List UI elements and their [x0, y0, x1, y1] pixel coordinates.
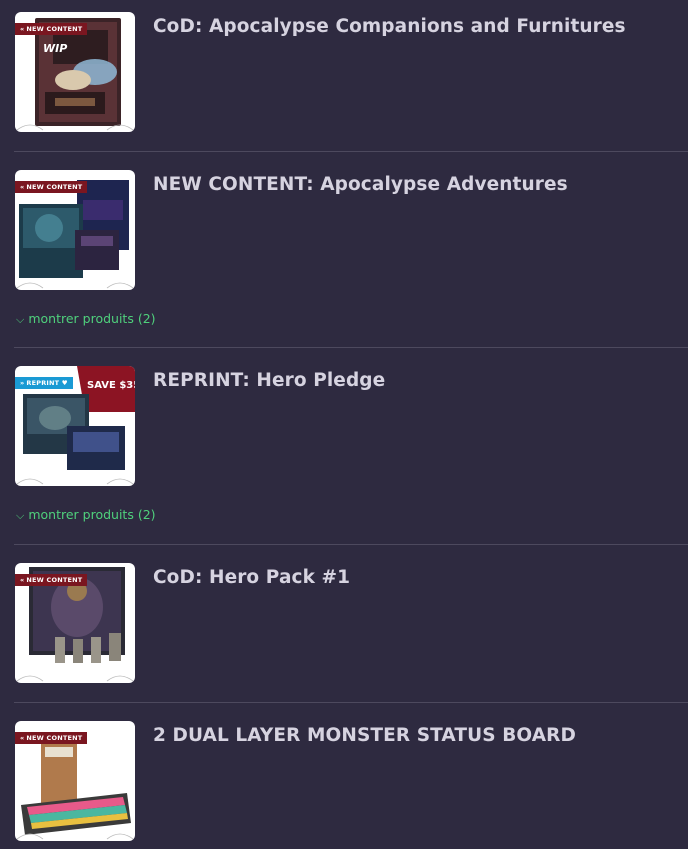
save-label: SAVE $35: [87, 380, 135, 391]
divider: [14, 151, 688, 152]
double-chevron-icon: «: [20, 183, 25, 191]
chevron-down-icon: ⌵: [16, 509, 25, 522]
product-thumbnail[interactable]: «NEW CONTENT: [15, 721, 135, 841]
status-badge: «NEW CONTENT: [15, 732, 88, 744]
product-thumbnail[interactable]: «NEW CONTENT: [15, 563, 135, 683]
wip-label: WIP: [43, 42, 67, 55]
divider: [14, 347, 688, 348]
status-badge: «NEW CONTENT: [15, 23, 88, 35]
double-chevron-icon: «: [20, 576, 25, 584]
status-badge: «NEW CONTENT: [15, 181, 88, 193]
product-thumbnail[interactable]: «NEW CONTENT: [15, 170, 135, 290]
divider: [14, 544, 688, 545]
item-title[interactable]: REPRINT: Hero Pledge: [153, 370, 385, 391]
status-badge: » REPRINT ♥: [15, 377, 73, 389]
heart-icon: ♥: [59, 379, 68, 387]
pledge-item[interactable]: «NEW CONTENT 2 DUAL LAYER MONSTER STATUS…: [0, 709, 688, 849]
chevron-down-icon: ⌵: [16, 313, 25, 326]
item-title[interactable]: NEW CONTENT: Apocalypse Adventures: [153, 174, 568, 195]
product-thumbnail[interactable]: SAVE $35 » REPRINT ♥: [15, 366, 135, 486]
pledge-item[interactable]: «NEW CONTENT CoD: Hero Pack #1: [0, 551, 688, 702]
pledge-item-list: WIP «NEW CONTENT CoD: Apocalypse Compani…: [0, 0, 688, 849]
show-products-toggle[interactable]: ⌵ montrer produits (2): [16, 507, 156, 523]
divider: [14, 702, 688, 703]
status-badge: «NEW CONTENT: [15, 574, 88, 586]
pledge-item[interactable]: «NEW CONTENT NEW CONTENT: Apocalypse Adv…: [0, 158, 688, 347]
double-chevron-icon: «: [20, 25, 25, 33]
item-title[interactable]: CoD: Apocalypse Companions and Furniture…: [153, 16, 626, 37]
item-title[interactable]: CoD: Hero Pack #1: [153, 567, 350, 588]
item-title[interactable]: 2 DUAL LAYER MONSTER STATUS BOARD: [153, 725, 576, 746]
double-chevron-icon: »: [20, 379, 25, 387]
double-chevron-icon: «: [20, 734, 25, 742]
show-products-toggle[interactable]: ⌵ montrer produits (2): [16, 311, 156, 327]
pledge-item[interactable]: WIP «NEW CONTENT CoD: Apocalypse Compani…: [0, 0, 688, 151]
product-thumbnail[interactable]: WIP «NEW CONTENT: [15, 12, 135, 132]
pledge-item[interactable]: SAVE $35 » REPRINT ♥ REPRINT: Hero Pledge…: [0, 354, 688, 543]
